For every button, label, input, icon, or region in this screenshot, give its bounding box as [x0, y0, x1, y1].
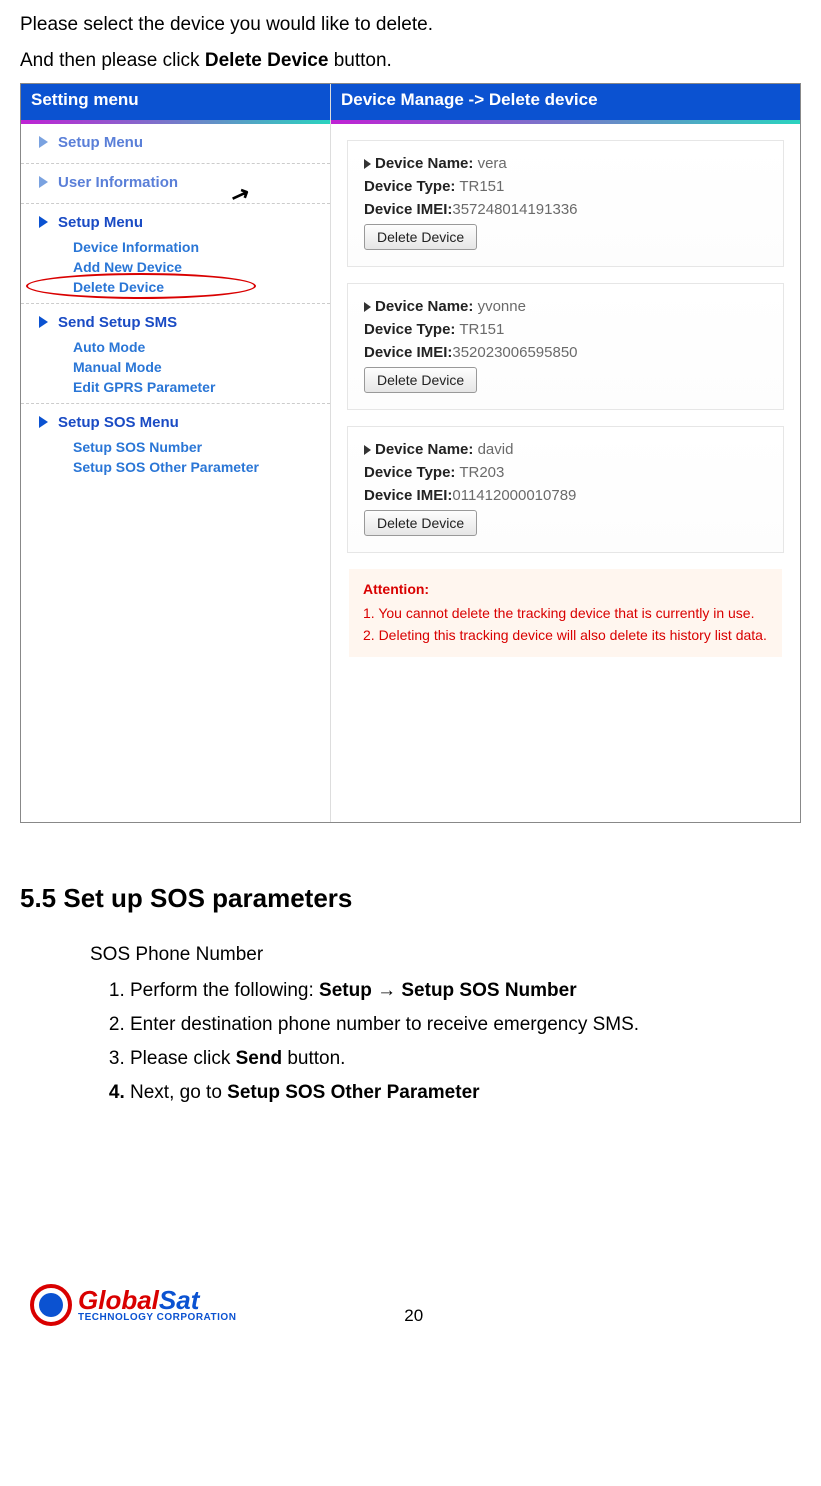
logo-mark-icon [30, 1284, 72, 1326]
triangle-icon [39, 176, 48, 188]
footer: GlobalSat TECHNOLOGY CORPORATION 20 [20, 1284, 801, 1336]
step-3: Please click Send button. [130, 1048, 801, 1070]
intro-2-post: button. [328, 50, 391, 71]
intro-line-2: And then please click Delete Device butt… [20, 46, 801, 76]
step-1-b2: Setup SOS Number [401, 980, 576, 1001]
label-device-imei: Device IMEI: [364, 201, 452, 218]
step-3-post: button. [282, 1048, 345, 1069]
step-2: Enter destination phone number to receiv… [130, 1014, 801, 1036]
intro-2-bold: Delete Device [205, 50, 329, 71]
page-number: 20 [404, 1306, 423, 1326]
sidebar-sub-label: Device Information [73, 239, 199, 255]
triangle-icon [39, 416, 48, 428]
value-device-name: vera [478, 155, 507, 172]
main-panel: Device Manage -> Delete device Device Na… [331, 84, 800, 822]
instruction-list: Perform the following: Setup → Setup SOS… [130, 980, 801, 1104]
sidebar-sub-delete-device[interactable]: Delete Device [21, 277, 330, 297]
device-block: Device Name: david Device Type: TR203 De… [347, 426, 784, 553]
logo-text-sub: TECHNOLOGY CORPORATION [78, 1313, 236, 1323]
value-device-type: TR151 [459, 178, 504, 195]
logo-sat: Sat [159, 1285, 199, 1315]
step-4: Next, go to Setup SOS Other Parameter [130, 1082, 801, 1104]
value-device-type: TR203 [459, 464, 504, 481]
triangle-icon [364, 159, 371, 169]
sub-heading: SOS Phone Number [90, 944, 801, 966]
step-1-b1: Setup [319, 980, 372, 1001]
sidebar: Setting menu Setup Menu User Information… [21, 84, 331, 822]
value-device-name: david [478, 441, 514, 458]
step-4-pre: Next, go to [130, 1082, 227, 1103]
sidebar-label: Setup SOS Menu [58, 414, 179, 431]
label-device-type: Device Type: [364, 321, 455, 338]
value-device-imei: 357248014191336 [452, 201, 577, 218]
sidebar-header: Setting menu [21, 84, 330, 124]
sidebar-label: Send Setup SMS [58, 314, 177, 331]
sidebar-item-setup-sos-menu[interactable]: Setup SOS Menu [21, 408, 330, 437]
intro-line-1: Please select the device you would like … [20, 10, 801, 40]
attention-title: Attention: [363, 581, 768, 597]
sidebar-item-user-information[interactable]: User Information [21, 168, 330, 197]
device-block: Device Name: vera Device Type: TR151 Dev… [347, 140, 784, 267]
sidebar-label: User Information [58, 174, 178, 191]
sidebar-sub-manual-mode[interactable]: Manual Mode [21, 357, 330, 377]
triangle-icon [364, 445, 371, 455]
sidebar-label: Setup Menu [58, 214, 143, 231]
step-3-bold: Send [236, 1048, 282, 1069]
sidebar-sub-label: Delete Device [73, 279, 164, 295]
sidebar-label: Setup Menu [58, 134, 143, 151]
delete-device-button[interactable]: Delete Device [364, 367, 477, 393]
section-heading: 5.5 Set up SOS parameters [20, 883, 801, 914]
sidebar-sub-add-new-device[interactable]: Add New Device [21, 257, 330, 277]
value-device-name: yvonne [478, 298, 526, 315]
label-device-type: Device Type: [364, 178, 455, 195]
triangle-icon [39, 136, 48, 148]
logo-global: Global [78, 1285, 159, 1315]
delete-device-button[interactable]: Delete Device [364, 510, 477, 536]
value-device-imei: 352023006595850 [452, 344, 577, 361]
step-4-bold: Setup SOS Other Parameter [227, 1082, 479, 1103]
logo: GlobalSat TECHNOLOGY CORPORATION [30, 1284, 236, 1326]
sidebar-sub-device-information[interactable]: Device Information ↖ [21, 237, 330, 257]
triangle-icon [39, 316, 48, 328]
step-1-arrow: → [372, 980, 402, 1001]
device-block: Device Name: yvonne Device Type: TR151 D… [347, 283, 784, 410]
sidebar-sub-edit-gprs[interactable]: Edit GPRS Parameter [21, 377, 330, 397]
value-device-type: TR151 [459, 321, 504, 338]
label-device-imei: Device IMEI: [364, 344, 452, 361]
label-device-name: Device Name: [375, 155, 473, 172]
sidebar-sub-auto-mode[interactable]: Auto Mode [21, 337, 330, 357]
value-device-imei: 011412000010789 [452, 487, 576, 504]
intro-2-pre: And then please click [20, 50, 205, 71]
sidebar-sub-setup-sos-number[interactable]: Setup SOS Number [21, 437, 330, 457]
sidebar-item-setup-menu-top[interactable]: Setup Menu [21, 128, 330, 157]
label-device-imei: Device IMEI: [364, 487, 452, 504]
attention-box: Attention: 1. You cannot delete the trac… [349, 569, 782, 657]
sidebar-item-send-setup-sms[interactable]: Send Setup SMS [21, 308, 330, 337]
step-1: Perform the following: Setup → Setup SOS… [130, 980, 801, 1002]
label-device-type: Device Type: [364, 464, 455, 481]
step-3-pre: Please click [130, 1048, 236, 1069]
attention-line-1: 1. You cannot delete the tracking device… [363, 605, 768, 621]
attention-line-2: 2. Deleting this tracking device will al… [363, 627, 768, 643]
main-header: Device Manage -> Delete device [331, 84, 800, 124]
triangle-icon [39, 216, 48, 228]
sidebar-item-setup-menu-group[interactable]: Setup Menu [21, 208, 330, 237]
label-device-name: Device Name: [375, 441, 473, 458]
screenshot-frame: Setting menu Setup Menu User Information… [20, 83, 801, 823]
label-device-name: Device Name: [375, 298, 473, 315]
step-1-pre: Perform the following: [130, 980, 319, 1001]
triangle-icon [364, 302, 371, 312]
delete-device-button[interactable]: Delete Device [364, 224, 477, 250]
sidebar-sub-setup-sos-other[interactable]: Setup SOS Other Parameter [21, 457, 330, 477]
logo-text-main: GlobalSat [78, 1287, 236, 1313]
